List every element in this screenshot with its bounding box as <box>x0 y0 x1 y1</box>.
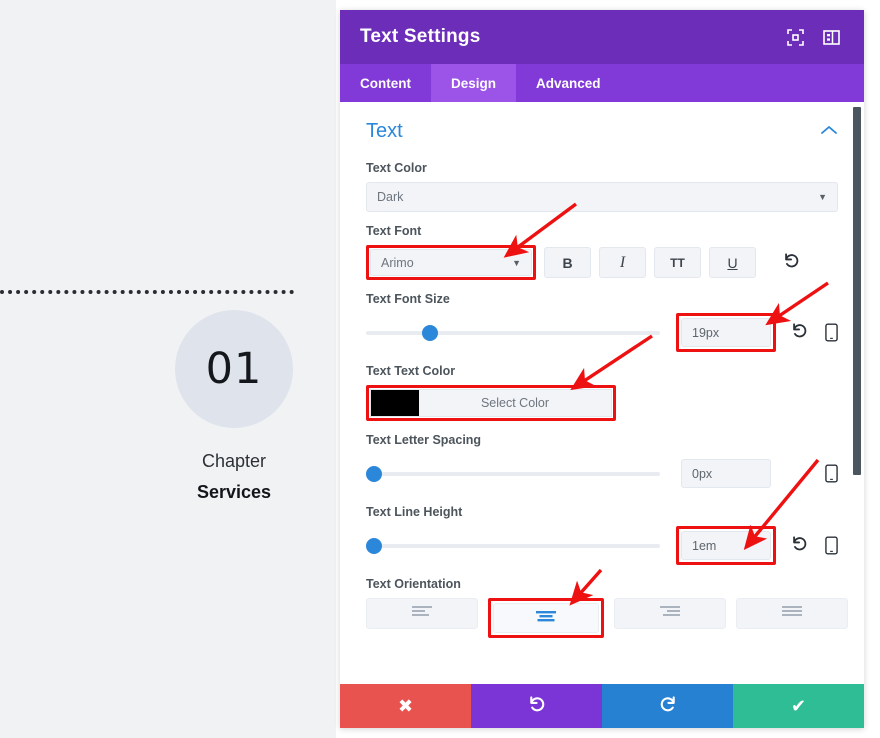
text-font-size-slider[interactable] <box>366 324 660 341</box>
orient-cell-center <box>488 598 604 638</box>
text-font-size-label: Text Font Size <box>366 292 450 306</box>
text-font-row: Arimo ▼ B I TT U <box>366 245 838 280</box>
reset-icon[interactable] <box>790 534 809 557</box>
uppercase-button[interactable]: TT <box>654 247 701 278</box>
reset-icon[interactable] <box>782 251 801 274</box>
panel-scrollbar[interactable] <box>853 107 861 475</box>
text-font-value: Arimo <box>381 255 414 270</box>
text-line-height-highlight: 1em <box>676 526 776 565</box>
text-line-height-slider[interactable] <box>366 537 660 554</box>
text-font-highlight: Arimo ▼ <box>366 245 536 280</box>
slider-thumb[interactable] <box>366 537 382 554</box>
check-icon: ✔ <box>790 695 807 716</box>
text-text-color-label: Text Text Color <box>366 364 456 378</box>
bold-button[interactable]: B <box>544 247 591 278</box>
tab-advanced[interactable]: Advanced <box>516 64 621 102</box>
underline-button[interactable]: U <box>709 247 756 278</box>
redo-icon <box>658 694 678 719</box>
align-left-icon <box>409 604 435 623</box>
save-button[interactable]: ✔ <box>733 684 864 728</box>
mobile-icon[interactable] <box>825 536 838 555</box>
text-font-select[interactable]: Arimo ▼ <box>370 249 532 276</box>
orient-cell-justify <box>736 598 848 638</box>
layout-toggle-icon[interactable] <box>818 24 844 50</box>
page-title: Text Settings <box>360 26 481 47</box>
text-settings-panel: Text Settings Content Design Advanced Te… <box>340 10 864 728</box>
tab-content[interactable]: Content <box>340 64 431 102</box>
field-text-font-size: Text Font Size 19px <box>366 292 838 352</box>
align-left-button[interactable] <box>366 598 478 629</box>
field-text-font: Text Font Arimo ▼ B I TT U <box>366 224 838 280</box>
field-text-orientation: Text Orientation <box>366 577 848 638</box>
slider-thumb[interactable] <box>366 465 382 482</box>
undo-icon <box>527 694 547 719</box>
text-line-height-row: 1em <box>366 526 838 565</box>
align-justify-button[interactable] <box>736 598 848 629</box>
dotted-divider <box>0 290 294 294</box>
text-letter-spacing-row: 0px <box>366 454 838 493</box>
text-font-label: Text Font <box>366 224 422 238</box>
chapter-circle: 01 <box>175 310 293 428</box>
text-color-label: Text Color <box>366 161 427 175</box>
expand-icon[interactable] <box>782 24 808 50</box>
orient-cell-left <box>366 598 478 638</box>
redo-button[interactable] <box>602 684 733 728</box>
select-color-button[interactable]: Select Color <box>370 389 612 417</box>
text-line-height-input[interactable]: 1em <box>681 531 771 560</box>
text-letter-spacing-input[interactable]: 0px <box>681 459 771 488</box>
align-right-icon <box>657 604 683 623</box>
align-center-button[interactable] <box>493 603 599 633</box>
text-color-value: Dark <box>377 190 404 204</box>
tab-design[interactable]: Design <box>431 64 517 102</box>
slider-thumb[interactable] <box>421 324 438 341</box>
chevron-down-icon: ▼ <box>512 257 521 268</box>
text-orientation-highlight <box>488 598 604 638</box>
align-right-button[interactable] <box>614 598 726 629</box>
text-font-size-highlight: 19px <box>676 313 776 352</box>
align-center-icon <box>533 609 559 628</box>
mobile-icon[interactable] <box>825 464 838 483</box>
text-color-select[interactable]: Dark ▼ <box>366 182 838 212</box>
chevron-up-icon[interactable] <box>820 123 838 141</box>
chapter-block: 01 Chapter Services <box>152 310 316 506</box>
text-letter-spacing-wrap: 0px <box>676 454 776 493</box>
reset-icon[interactable] <box>790 321 809 344</box>
chapter-number: 01 <box>205 343 263 394</box>
text-line-height-label: Text Line Height <box>366 505 463 519</box>
field-text-color: Text Color Dark ▼ <box>366 161 838 212</box>
text-orientation-options <box>366 598 848 638</box>
italic-button[interactable]: I <box>599 247 646 278</box>
cancel-button[interactable]: ✖ <box>340 684 471 728</box>
text-orientation-label: Text Orientation <box>366 577 461 591</box>
chapter-label: Chapter <box>201 451 267 471</box>
text-font-size-input[interactable]: 19px <box>681 318 771 347</box>
chapter-title: Services <box>196 482 272 502</box>
text-section-header[interactable]: Text <box>366 102 838 149</box>
text-font-size-row: 19px <box>366 313 838 352</box>
mobile-icon[interactable] <box>825 323 838 342</box>
panel-header: Text Settings <box>340 10 864 64</box>
text-text-color-highlight: Select Color <box>366 385 616 421</box>
color-swatch[interactable] <box>371 390 419 416</box>
panel-body: Text Text Color Dark ▼ Text Font Arimo ▼… <box>340 102 864 684</box>
panel-tabs: Content Design Advanced <box>340 64 864 102</box>
chevron-down-icon: ▼ <box>818 192 827 202</box>
undo-button[interactable] <box>471 684 602 728</box>
close-icon: ✖ <box>397 695 414 716</box>
text-letter-spacing-slider[interactable] <box>366 465 660 482</box>
field-text-text-color: Text Text Color Select Color <box>366 364 838 421</box>
section-title: Text <box>366 120 403 142</box>
align-justify-icon <box>779 604 805 623</box>
field-text-letter-spacing: Text Letter Spacing 0px <box>366 433 838 493</box>
text-letter-spacing-label: Text Letter Spacing <box>366 433 482 447</box>
select-color-label: Select Color <box>419 390 611 416</box>
field-text-line-height: Text Line Height 1em <box>366 505 838 565</box>
preview-canvas: 01 Chapter Services <box>0 0 336 738</box>
orient-cell-right <box>614 598 726 638</box>
panel-footer: ✖ ✔ <box>340 684 864 728</box>
